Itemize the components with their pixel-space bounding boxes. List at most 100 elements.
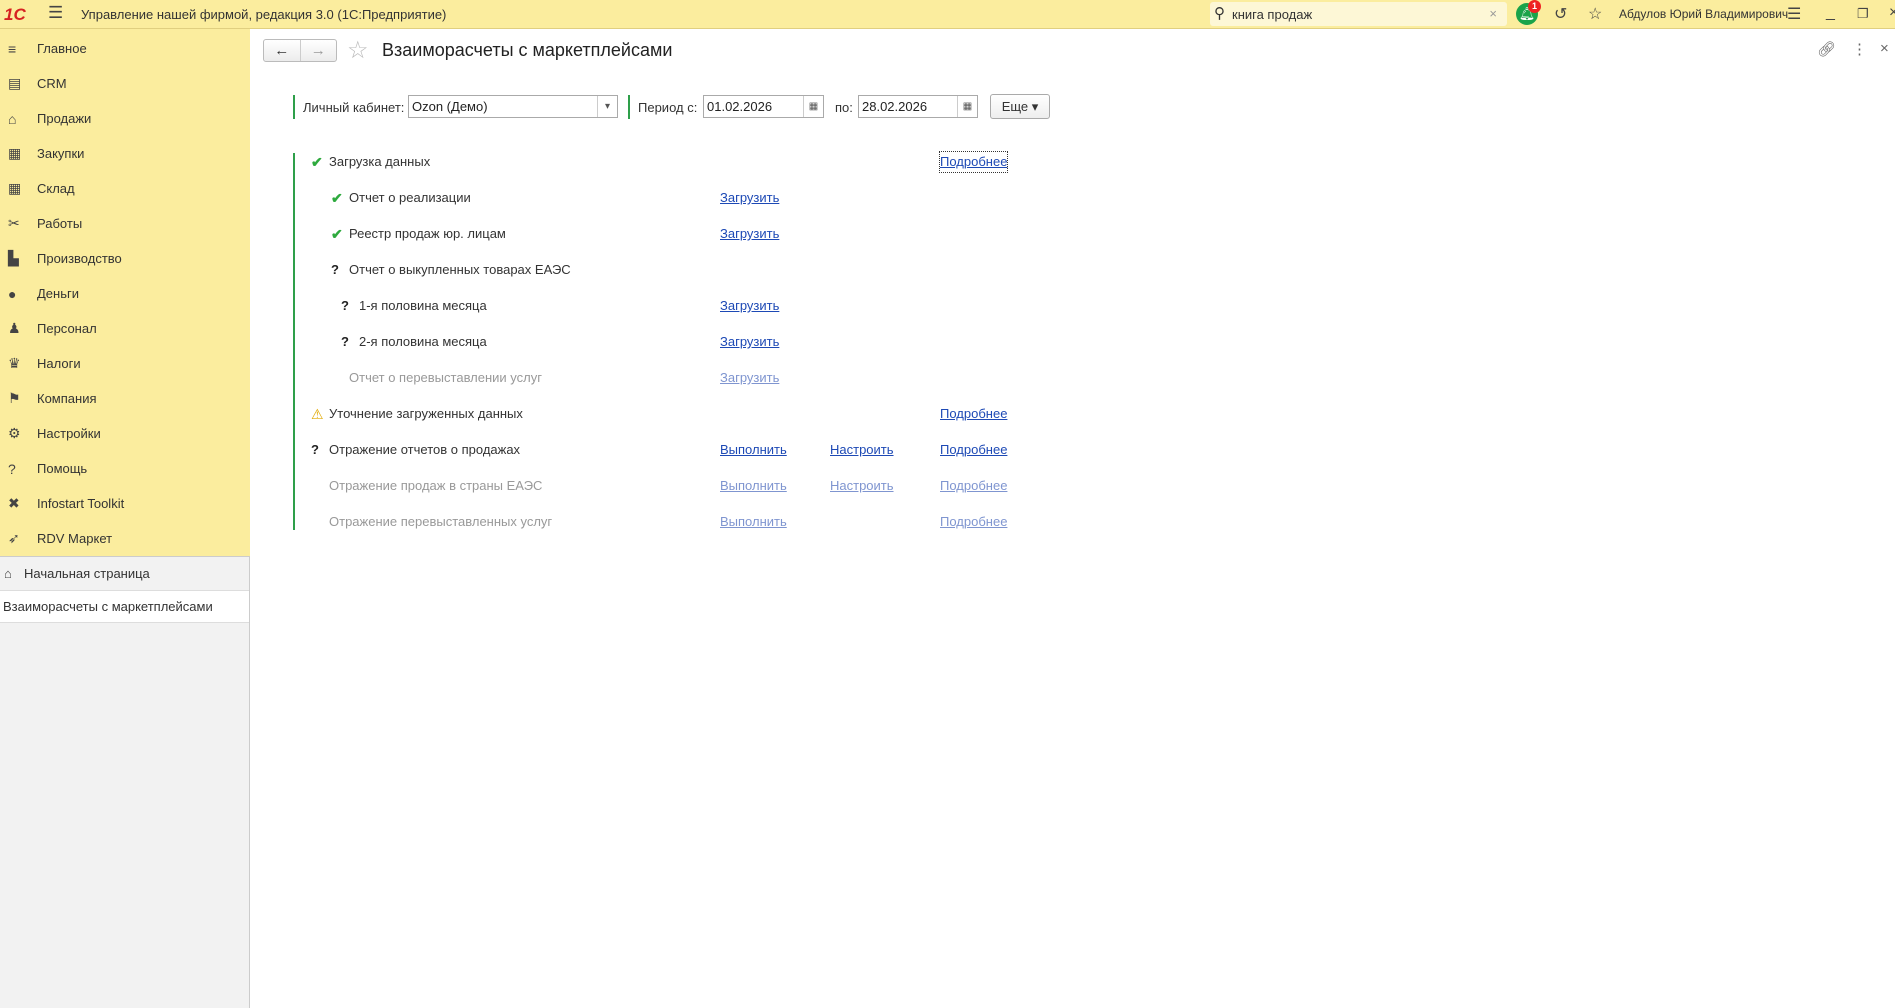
period-to-value: 28.02.2026 bbox=[862, 99, 928, 114]
app-title: Управление нашей фирмой, редакция 3.0 (1… bbox=[81, 7, 447, 22]
section-icon: ⌂ bbox=[8, 110, 17, 127]
step-label: Реестр продаж юр. лицам bbox=[349, 226, 506, 241]
calendar-icon[interactable]: ▦ bbox=[957, 96, 977, 117]
period-from-value: 01.02.2026 bbox=[707, 99, 773, 114]
notifications-badge: 1 bbox=[1528, 0, 1541, 13]
sidebar-item[interactable]: ♛ Налоги bbox=[0, 346, 249, 381]
more-button[interactable]: Еще ▾ bbox=[990, 94, 1050, 119]
sidebar-item[interactable]: ≡ Главное bbox=[0, 31, 249, 66]
step-label: 1-я половина месяца bbox=[359, 298, 487, 313]
sidebar-item[interactable]: ➶ RDV Маркет bbox=[0, 521, 249, 556]
sidebar-item[interactable]: ▦ Закупки bbox=[0, 136, 249, 171]
details-link[interactable]: Подробнее bbox=[940, 512, 1007, 532]
search-icon: ⚲ bbox=[1214, 5, 1225, 22]
action-link[interactable]: Загрузить bbox=[720, 188, 779, 208]
warning-icon: ⚠ bbox=[311, 406, 324, 422]
sidebar-item[interactable]: ▙ Производство bbox=[0, 241, 249, 276]
question-icon: ? bbox=[311, 442, 319, 457]
settings-menu-icon[interactable]: ☰ bbox=[1787, 4, 1801, 24]
field-marker bbox=[293, 95, 295, 119]
sidebar-item[interactable]: ▤ CRM bbox=[0, 66, 249, 101]
action-link[interactable]: Загрузить bbox=[720, 224, 779, 244]
calendar-icon[interactable]: ▦ bbox=[803, 96, 823, 117]
sidebar-item[interactable]: ? Помощь bbox=[0, 451, 249, 486]
minimize-icon[interactable]: _ bbox=[1826, 4, 1835, 22]
sidebar-item-label: Infostart Toolkit bbox=[37, 496, 125, 511]
period-from-label: Период с: bbox=[638, 99, 698, 115]
chevron-down-icon[interactable]: ▾ bbox=[597, 96, 617, 117]
favorites-star-icon[interactable]: ☆ bbox=[1588, 4, 1602, 24]
details-link[interactable]: Подробнее bbox=[940, 404, 1007, 424]
favorite-star-icon[interactable]: ☆ bbox=[347, 36, 369, 65]
sidebar-item-label: Продажи bbox=[37, 111, 92, 126]
more-actions-icon[interactable]: ⋮ bbox=[1852, 40, 1867, 58]
history-icon[interactable]: ↺ bbox=[1554, 4, 1567, 24]
sidebar-item-label: Производство bbox=[37, 251, 122, 266]
restore-icon[interactable]: ❐ bbox=[1857, 6, 1869, 22]
period-to-input[interactable]: 28.02.2026 ▦ bbox=[858, 95, 978, 118]
section-icon: ♟ bbox=[8, 320, 21, 336]
user-name[interactable]: Абдулов Юрий Владимирович bbox=[1619, 7, 1788, 21]
action-link[interactable]: Загрузить bbox=[720, 332, 779, 352]
action-link[interactable]: Загрузить bbox=[720, 296, 779, 316]
sidebar-item[interactable]: ⌂ Продажи bbox=[0, 101, 249, 136]
sidebar-item[interactable]: ● Деньги bbox=[0, 276, 249, 311]
action-link[interactable]: Выполнить bbox=[720, 440, 787, 460]
action-link[interactable]: Загрузить bbox=[720, 368, 779, 388]
cabinet-label: Личный кабинет: bbox=[303, 99, 405, 115]
configure-link[interactable]: Настроить bbox=[830, 476, 894, 496]
sidebar-item-label: Настройки bbox=[37, 426, 101, 441]
section-icon: ? bbox=[8, 460, 16, 477]
back-button[interactable]: ← bbox=[264, 40, 301, 61]
action-link[interactable]: Выполнить bbox=[720, 476, 787, 496]
clear-search-icon[interactable]: × bbox=[1489, 6, 1497, 21]
step-label: 2-я половина месяца bbox=[359, 334, 487, 349]
sidebar-item[interactable]: ▦ Склад bbox=[0, 171, 249, 206]
period-from-input[interactable]: 01.02.2026 ▦ bbox=[703, 95, 824, 118]
details-link[interactable]: Подробнее bbox=[940, 440, 1007, 460]
forward-button[interactable]: → bbox=[301, 40, 337, 61]
sidebar-item[interactable]: ✖ Infostart Toolkit bbox=[0, 486, 249, 521]
section-icon: ▦ bbox=[8, 145, 22, 161]
section-icon: ▤ bbox=[8, 75, 22, 91]
details-link[interactable]: Подробнее bbox=[940, 476, 1007, 496]
section-icon: ▦ bbox=[8, 180, 22, 196]
section-icon: ≡ bbox=[8, 40, 17, 57]
check-icon: ✔ bbox=[331, 190, 343, 206]
page-title: Взаиморасчеты с маркетплейсами bbox=[382, 40, 673, 60]
close-window-icon[interactable]: × bbox=[1889, 4, 1895, 22]
section-icon: ▙ bbox=[8, 250, 19, 266]
sidebar-item-label: RDV Маркет bbox=[37, 531, 113, 546]
home-page-link[interactable]: ⌂ Начальная страница bbox=[0, 556, 249, 591]
configure-link[interactable]: Настроить bbox=[830, 440, 894, 460]
section-icon: ✖ bbox=[8, 495, 20, 511]
sidebar-item[interactable]: ✂ Работы bbox=[0, 206, 249, 241]
question-icon: ? bbox=[331, 262, 339, 277]
title-bar: 1С ☰ Управление нашей фирмой, редакция 3… bbox=[0, 0, 1895, 29]
sidebar-item[interactable]: ♟ Персонал bbox=[0, 311, 249, 346]
section-icon: ✂ bbox=[8, 215, 20, 231]
link-icon[interactable]: 🔗︎ bbox=[1817, 40, 1836, 58]
main-menu-icon[interactable]: ☰ bbox=[48, 3, 63, 23]
more-label: Еще bbox=[1001, 99, 1029, 114]
sidebar-item-label: Склад bbox=[37, 181, 75, 196]
1c-logo: 1С bbox=[4, 5, 26, 24]
cabinet-select[interactable]: Ozon (Демо) ▾ bbox=[408, 95, 618, 118]
home-label: Начальная страница bbox=[24, 566, 150, 581]
sidebar-item-label: Помощь bbox=[37, 461, 88, 476]
action-link[interactable]: Выполнить bbox=[720, 512, 787, 532]
sidebar-item[interactable]: ⚑ Компания bbox=[0, 381, 249, 416]
section-icon: ● bbox=[8, 285, 17, 302]
step-label: Отчет о выкупленных товарах ЕАЭС bbox=[349, 262, 571, 277]
sidebar-item[interactable]: ⚙ Настройки bbox=[0, 416, 249, 451]
navigation-buttons: ← → bbox=[263, 39, 337, 62]
close-form-icon[interactable]: × bbox=[1880, 40, 1889, 57]
open-form-tab[interactable]: Взаиморасчеты с маркетплейсами bbox=[0, 591, 249, 623]
step-label: Отражение продаж в страны ЕАЭС bbox=[329, 478, 543, 493]
search-input[interactable]: ⚲ книга продаж × bbox=[1210, 2, 1507, 26]
question-icon: ? bbox=[341, 334, 349, 349]
section-icon: ♛ bbox=[8, 355, 21, 371]
tree-marker bbox=[293, 153, 295, 530]
details-link[interactable]: Подробнее bbox=[938, 151, 1009, 173]
sidebar-item-label: CRM bbox=[37, 76, 67, 91]
